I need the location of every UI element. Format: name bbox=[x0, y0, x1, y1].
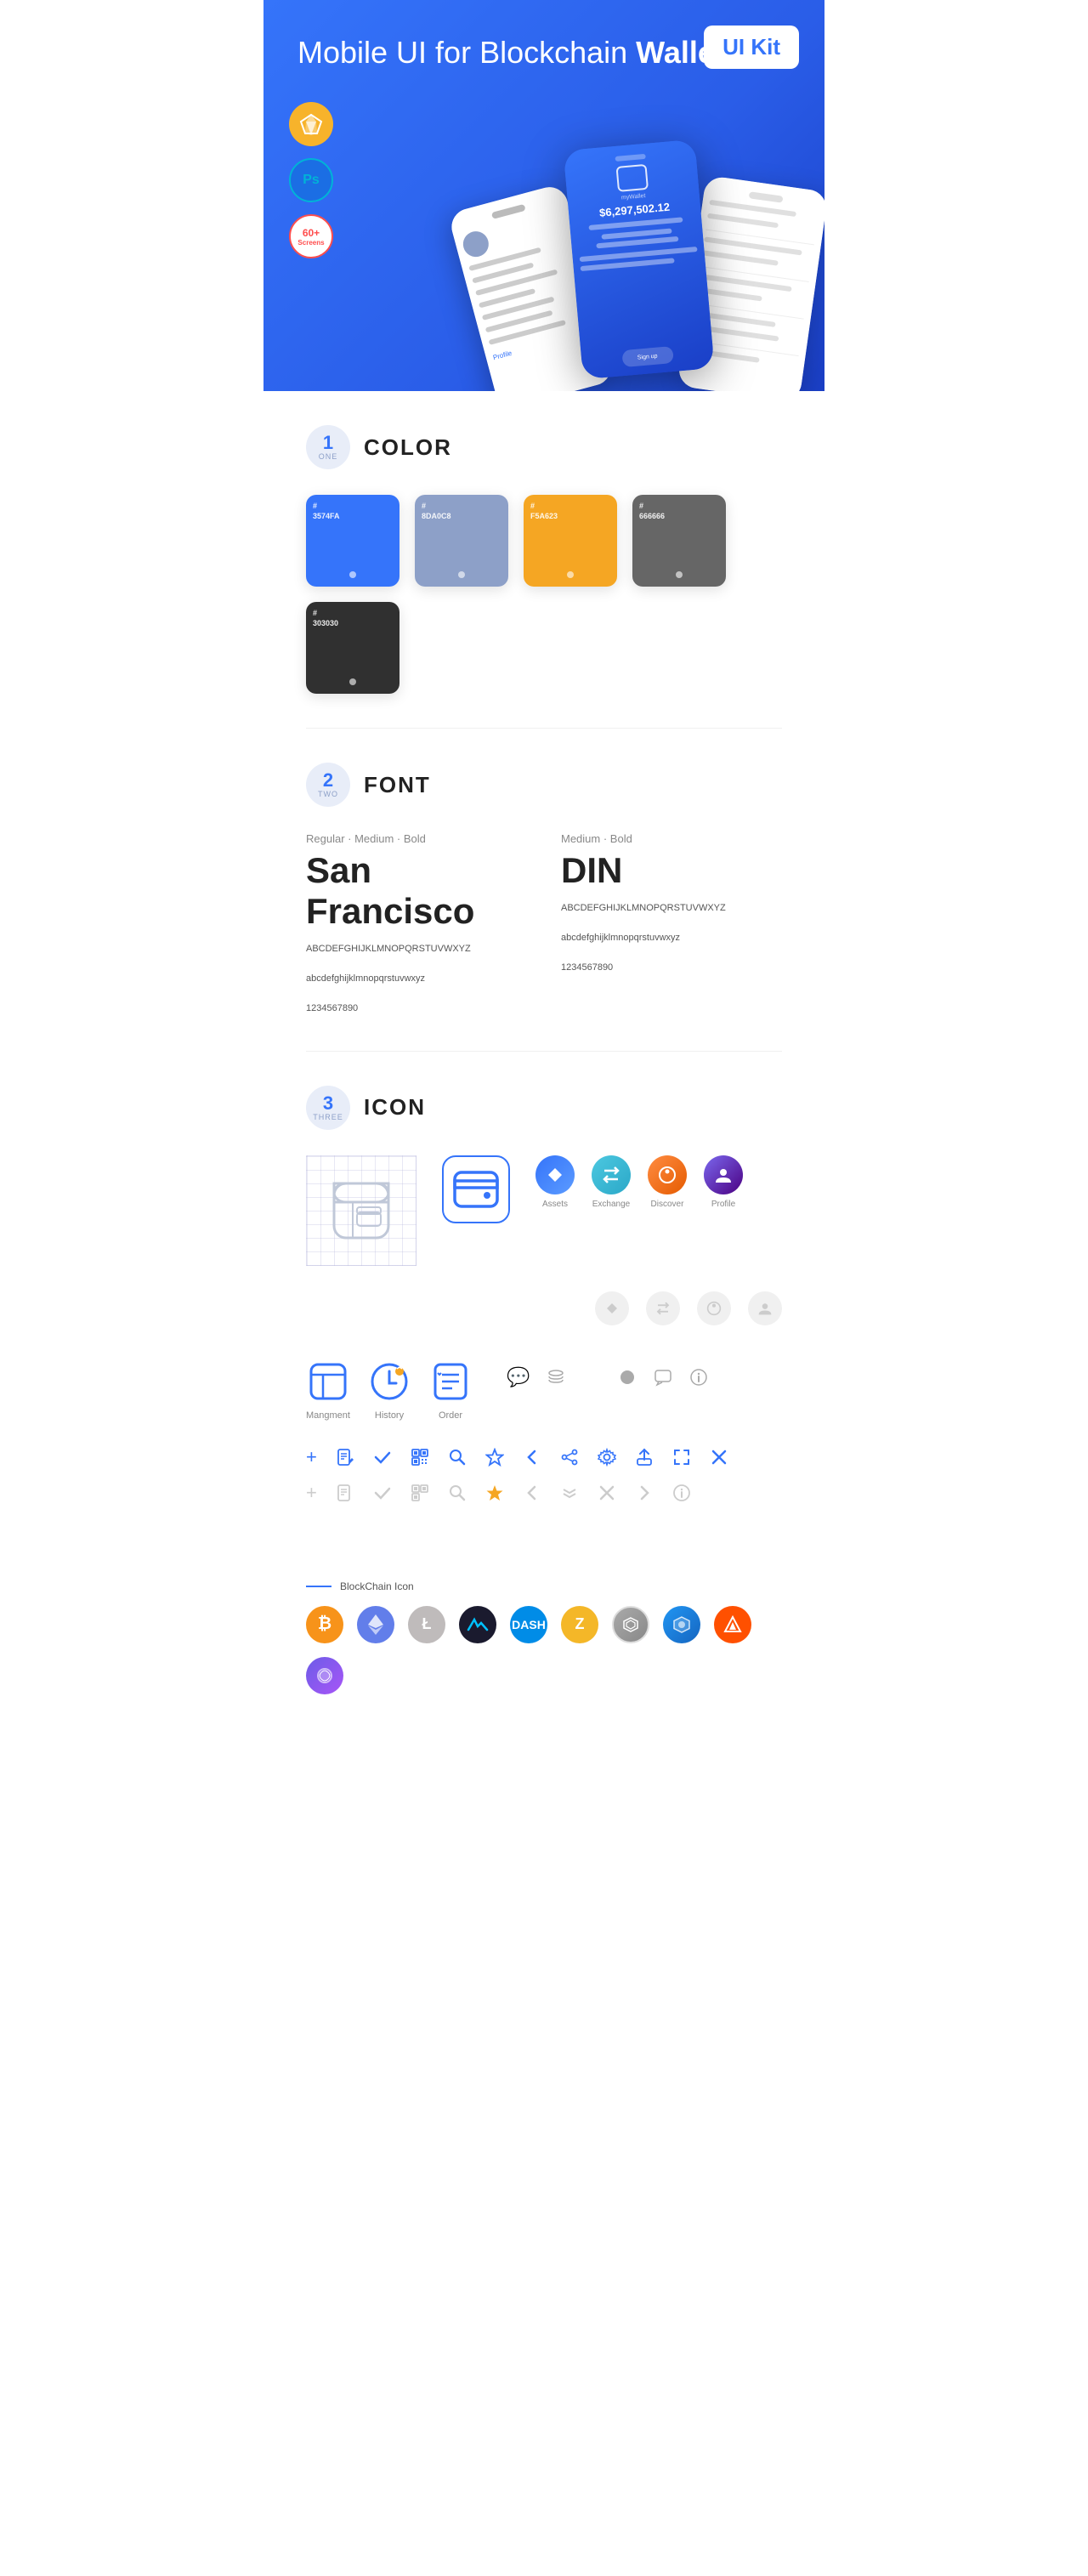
star-active-icon bbox=[485, 1484, 504, 1502]
info-ghost-icon bbox=[672, 1484, 691, 1502]
chevron-left-ghost-icon bbox=[523, 1484, 541, 1502]
mgmt-icon-history: History bbox=[367, 1359, 411, 1421]
close-icon bbox=[710, 1448, 728, 1467]
check-ghost-icon bbox=[373, 1484, 392, 1502]
qr-ghost-icon bbox=[411, 1484, 429, 1502]
section-num-3: 3 THREE bbox=[306, 1086, 350, 1130]
crypto-waves bbox=[459, 1606, 496, 1643]
upload-icon bbox=[635, 1448, 654, 1467]
circle-icon bbox=[618, 1368, 637, 1387]
resize-icon bbox=[672, 1448, 691, 1467]
edit-doc-ghost-icon bbox=[336, 1484, 354, 1502]
icon-title: ICON bbox=[364, 1094, 426, 1121]
star-icon bbox=[485, 1448, 504, 1467]
nav-icons-group: Assets Exchange bbox=[536, 1155, 743, 1209]
screens-badge: 60+ Screens bbox=[289, 214, 333, 258]
x-ghost-icon bbox=[598, 1484, 616, 1502]
icon-section: 3 THREE ICON bbox=[264, 1052, 824, 1563]
color-section: 1 ONE COLOR #3574FA #8DA0C8 #F5A623 bbox=[264, 391, 824, 728]
nav-icon-profile: Profile bbox=[704, 1155, 743, 1209]
icon-guide-grid bbox=[306, 1155, 416, 1266]
plus-ghost-icon: + bbox=[306, 1482, 317, 1504]
hero-section: Mobile UI for Blockchain Wallet UI Kit P… bbox=[264, 0, 824, 391]
font-section: 2 TWO FONT Regular · Medium · Bold San F… bbox=[264, 729, 824, 1051]
check-icon bbox=[373, 1448, 392, 1467]
stack-icon bbox=[547, 1368, 565, 1387]
mgmt-icon-management: Mangment bbox=[306, 1359, 350, 1421]
ghost-discover bbox=[697, 1291, 731, 1325]
crypto-powr bbox=[306, 1657, 343, 1694]
info-icon bbox=[689, 1368, 708, 1387]
crypto-xlm bbox=[612, 1606, 649, 1643]
misc-icons: 💬 bbox=[507, 1359, 708, 1388]
search-ghost-icon bbox=[448, 1484, 467, 1502]
nav-icon-exchange: Exchange bbox=[592, 1155, 631, 1209]
color-section-header: 1 ONE COLOR bbox=[306, 425, 782, 469]
qr-icon bbox=[411, 1448, 429, 1467]
crypto-ltc: Ł bbox=[408, 1606, 445, 1643]
chevron-left-icon bbox=[523, 1448, 541, 1467]
icon-section-header: 3 THREE ICON bbox=[306, 1086, 782, 1130]
ghost-exchange bbox=[646, 1291, 680, 1325]
ghost-profile bbox=[748, 1291, 782, 1325]
nav-icon-assets: Assets bbox=[536, 1155, 575, 1209]
section-num-1: 1 ONE bbox=[306, 425, 350, 469]
share-icon bbox=[560, 1448, 579, 1467]
ui-kit-badge: UI Kit bbox=[704, 26, 799, 69]
crypto-eth bbox=[357, 1606, 394, 1643]
font-san-francisco: Regular · Medium · Bold San Francisco AB… bbox=[306, 832, 527, 1017]
photoshop-icon: Ps bbox=[289, 158, 333, 202]
nav-icons-ghost bbox=[595, 1291, 782, 1325]
ghost-assets bbox=[595, 1291, 629, 1325]
blockchain-section: BlockChain Icon ₿ Ł DASH Z bbox=[264, 1563, 824, 1728]
crypto-zec: Z bbox=[561, 1606, 598, 1643]
font-title: FONT bbox=[364, 772, 431, 798]
font-section-header: 2 TWO FONT bbox=[306, 763, 782, 807]
nav-icon-discover: Discover bbox=[648, 1155, 687, 1209]
moon-icon bbox=[582, 1368, 601, 1387]
blockchain-label-line bbox=[306, 1586, 332, 1587]
color-swatch-blue: #3574FA bbox=[306, 495, 400, 587]
mgmt-icons-row: Mangment History bbox=[306, 1359, 782, 1421]
edit-doc-icon bbox=[336, 1448, 354, 1467]
section-num-2: 2 TWO bbox=[306, 763, 350, 807]
color-swatches: #3574FA #8DA0C8 #F5A623 #666666 bbox=[306, 495, 782, 694]
arrow-right-ghost-icon bbox=[635, 1484, 654, 1502]
settings-icon bbox=[598, 1448, 616, 1467]
color-swatch-grayblue: #8DA0C8 bbox=[415, 495, 508, 587]
crypto-qtum bbox=[663, 1606, 700, 1643]
plus-icon: + bbox=[306, 1446, 317, 1468]
speech-icon: 💬 bbox=[507, 1366, 530, 1388]
color-title: COLOR bbox=[364, 434, 452, 461]
font-grid: Regular · Medium · Bold San Francisco AB… bbox=[306, 832, 782, 1017]
font-din: Medium · Bold DIN ABCDEFGHIJKLMNOPQRSTUV… bbox=[561, 832, 782, 1017]
crypto-icons-row: ₿ Ł DASH Z bbox=[306, 1606, 782, 1694]
crypto-bat bbox=[714, 1606, 751, 1643]
color-swatch-orange: #F5A623 bbox=[524, 495, 617, 587]
phone-mockups: Profile myWallet $6,297,502.12 bbox=[468, 153, 816, 383]
action-icons-ghost: + bbox=[306, 1482, 782, 1504]
hero-tool-icons: Ps 60+ Screens bbox=[289, 102, 333, 258]
wallet-icon-blue bbox=[442, 1155, 510, 1223]
comment-icon bbox=[654, 1368, 672, 1387]
crypto-btc: ₿ bbox=[306, 1606, 343, 1643]
mgmt-icon-order: Order bbox=[428, 1359, 473, 1421]
blockchain-label: BlockChain Icon bbox=[306, 1580, 782, 1592]
phone-center: myWallet $6,297,502.12 Sign up bbox=[564, 139, 715, 379]
crypto-dash: DASH bbox=[510, 1606, 547, 1643]
double-arrow-ghost-icon bbox=[560, 1484, 579, 1502]
color-swatch-black: #303030 bbox=[306, 602, 400, 694]
sketch-icon bbox=[289, 102, 333, 146]
search-icon bbox=[448, 1448, 467, 1467]
action-icons-colored: + bbox=[306, 1446, 782, 1468]
color-swatch-darkgray: #666666 bbox=[632, 495, 726, 587]
